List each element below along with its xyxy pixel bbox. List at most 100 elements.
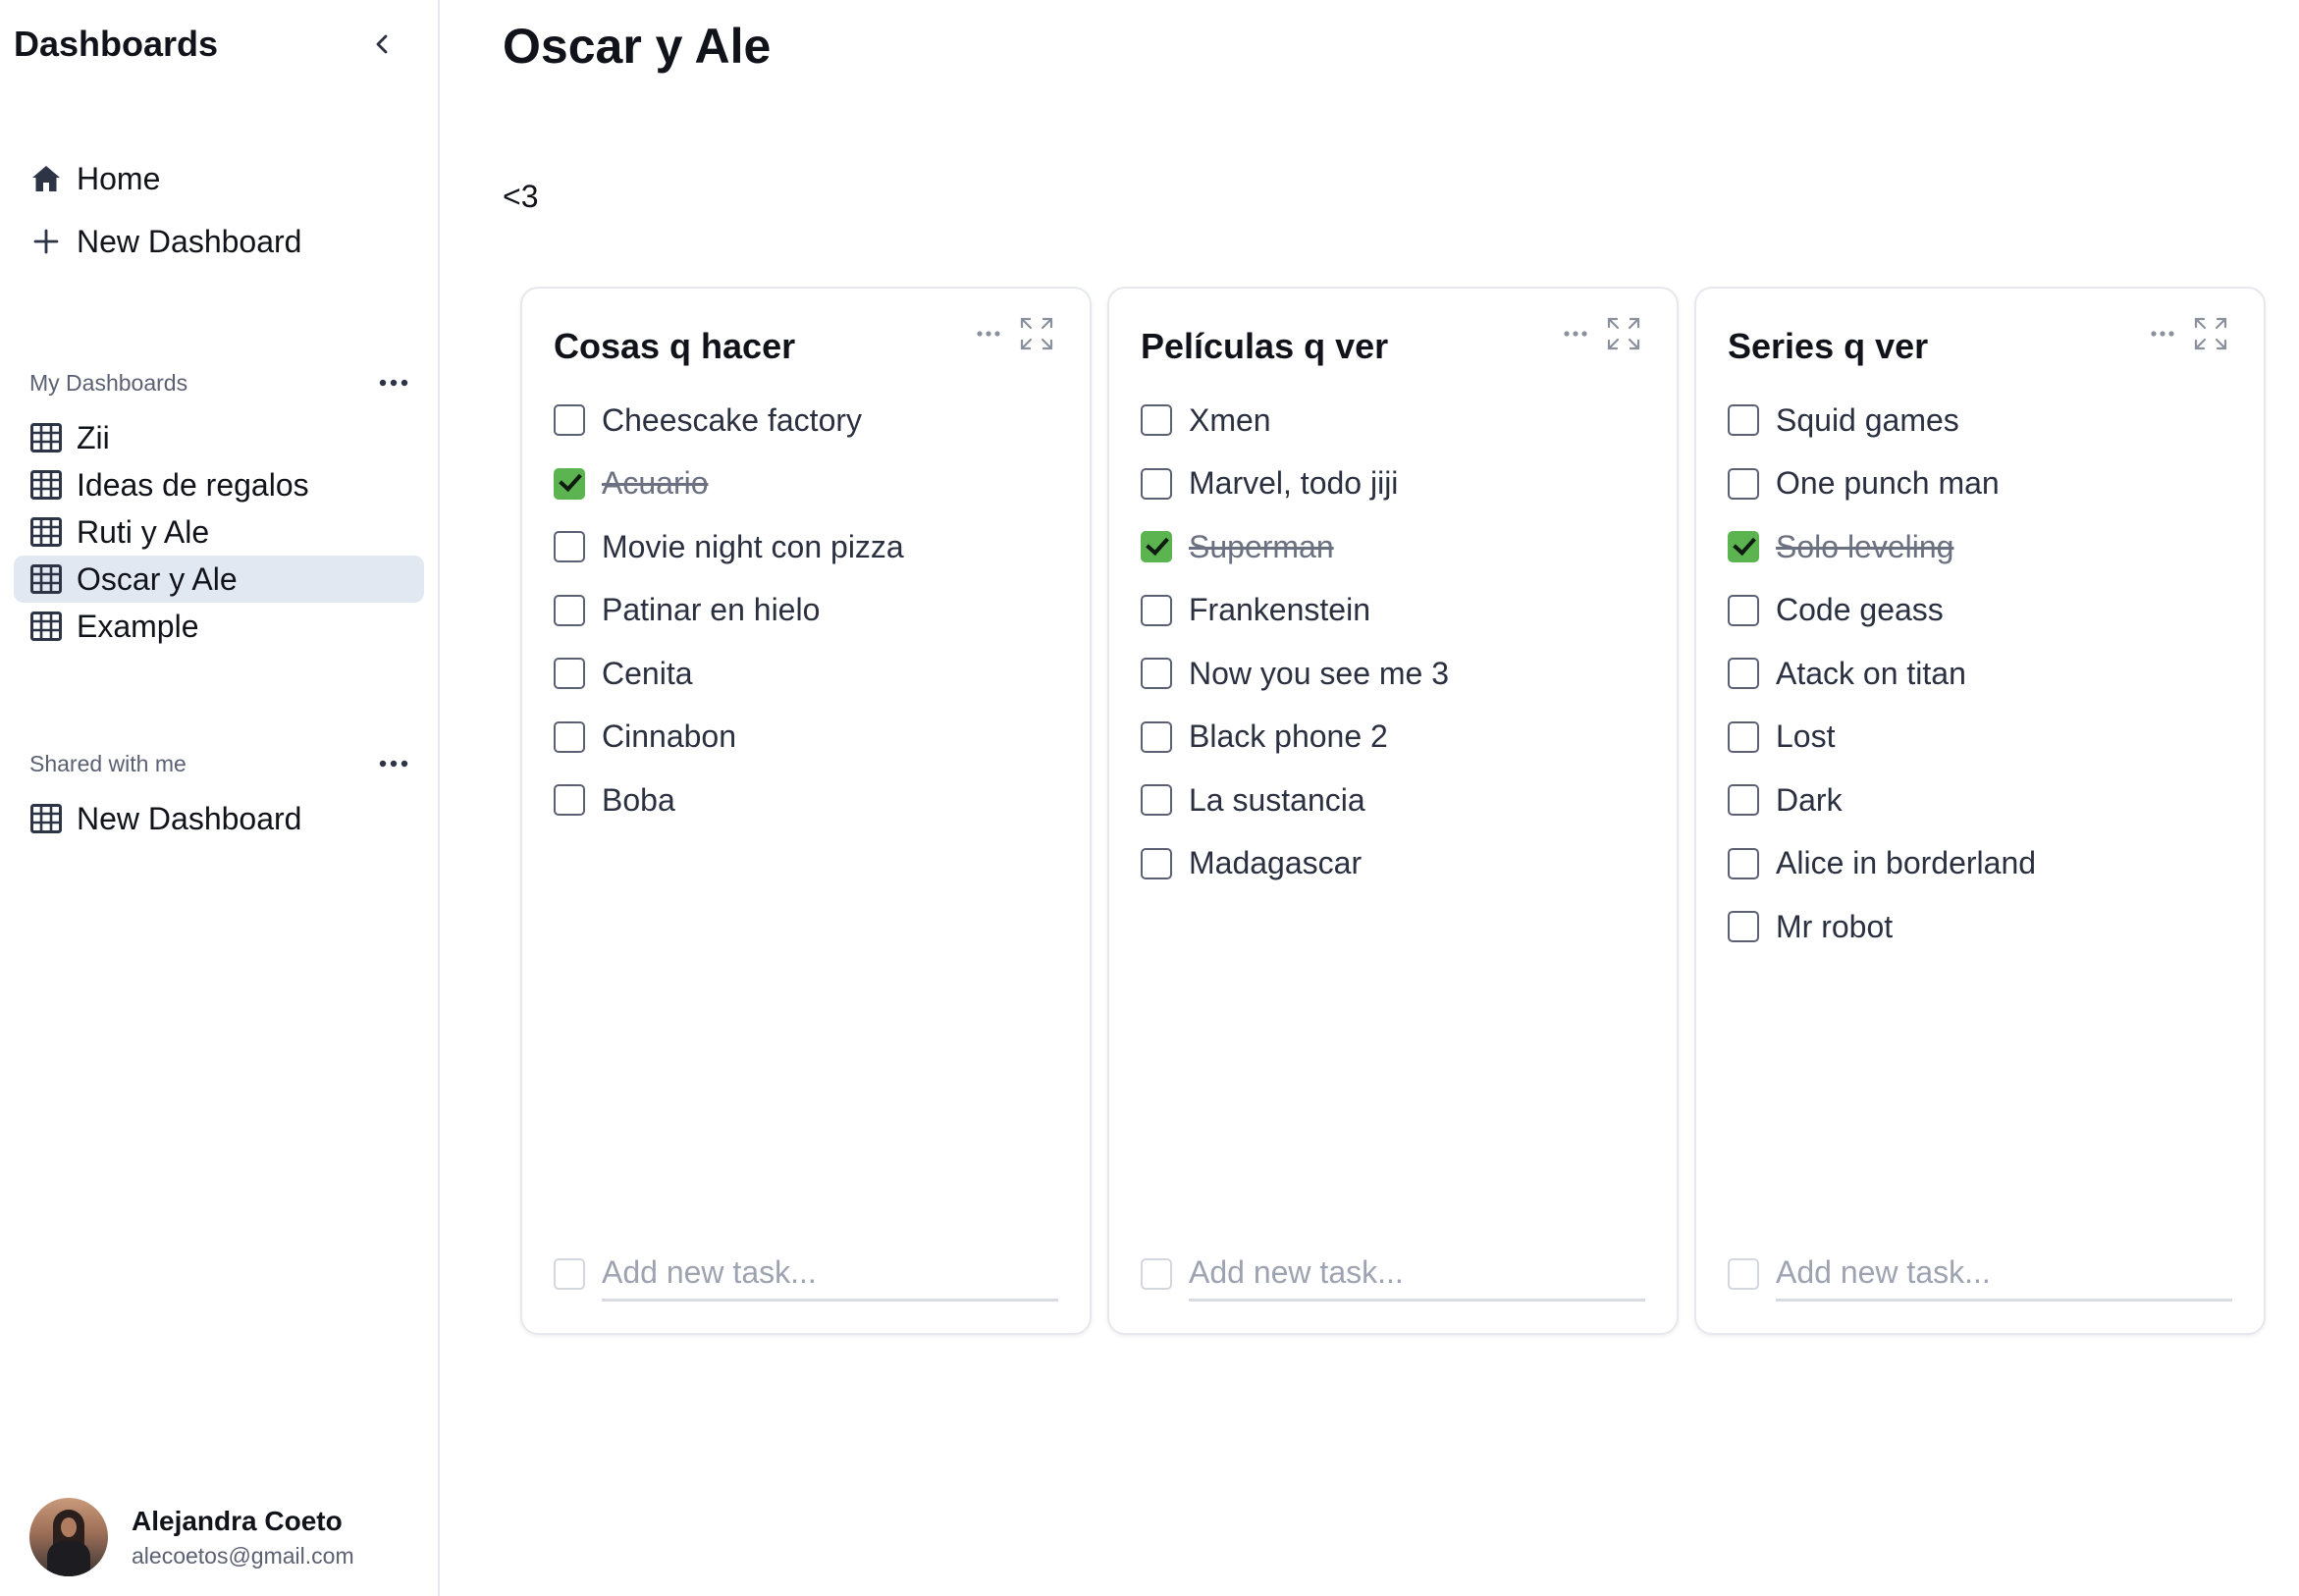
- collapse-sidebar-button[interactable]: [359, 21, 406, 68]
- task-item[interactable]: Black phone 2: [1141, 706, 1645, 770]
- sidebar-title: Dashboards: [14, 24, 219, 64]
- task-item[interactable]: Boba: [554, 769, 1058, 832]
- add-task-input[interactable]: [1776, 1247, 2232, 1302]
- task-checkbox[interactable]: [1728, 594, 1759, 626]
- add-task-row: [554, 1247, 1058, 1302]
- task-checkbox[interactable]: [1141, 784, 1172, 817]
- task-checkbox[interactable]: [1728, 467, 1759, 500]
- page-description: <3: [503, 179, 539, 214]
- task-checkbox[interactable]: [554, 658, 585, 690]
- task-item[interactable]: Frankenstein: [1141, 579, 1645, 643]
- task-item[interactable]: Solo leveling: [1728, 515, 2232, 579]
- plus-icon: [29, 225, 63, 258]
- task-item[interactable]: Movie night con pizza: [554, 515, 1058, 579]
- shared-menu-button[interactable]: [379, 760, 408, 768]
- task-checkbox[interactable]: [1141, 847, 1172, 879]
- task-checkbox[interactable]: [1728, 911, 1759, 943]
- task-checkbox[interactable]: [554, 594, 585, 626]
- dashboard-label: Ruti y Ale: [77, 513, 210, 550]
- task-item[interactable]: Cenita: [554, 642, 1058, 706]
- task-label: One punch man: [1776, 465, 2000, 502]
- task-item[interactable]: Code geass: [1728, 579, 2232, 643]
- add-task-checkbox: [554, 1258, 585, 1290]
- task-item[interactable]: Dark: [1728, 769, 2232, 832]
- card-menu-button[interactable]: [976, 330, 1001, 338]
- sidebar-item-ideas-de-regalos[interactable]: Ideas de regalos: [14, 461, 424, 508]
- expand-icon: [1020, 317, 1053, 350]
- task-item[interactable]: Lost: [1728, 706, 2232, 770]
- nav-item-label: Home: [77, 160, 161, 196]
- nav-item-home[interactable]: Home: [14, 147, 424, 210]
- task-item[interactable]: Mr robot: [1728, 895, 2232, 959]
- card-menu-button[interactable]: [2150, 330, 2175, 338]
- sidebar-item-shared-new-dashboard[interactable]: New Dashboard: [14, 795, 424, 842]
- dashboard-label: Zii: [77, 419, 110, 455]
- task-checkbox[interactable]: [1141, 467, 1172, 500]
- task-card: Series q ver Squid games One punch man Solo…: [1694, 287, 2266, 1335]
- dashboard-label: Example: [77, 608, 199, 644]
- table-icon: [29, 610, 63, 643]
- shared-list: New Dashboard: [14, 795, 424, 842]
- task-item[interactable]: La sustancia: [1141, 769, 1645, 832]
- task-item[interactable]: One punch man: [1728, 452, 2232, 516]
- my-dashboards-menu-button[interactable]: [379, 379, 408, 387]
- task-checkbox[interactable]: [1141, 594, 1172, 626]
- task-checkbox[interactable]: [554, 467, 585, 500]
- task-label: La sustancia: [1189, 781, 1365, 818]
- task-checkbox[interactable]: [554, 720, 585, 753]
- avatar: [29, 1498, 108, 1576]
- task-checkbox[interactable]: [554, 404, 585, 437]
- task-item[interactable]: Acuario: [554, 452, 1058, 516]
- sidebar-item-ruti-y-ale[interactable]: Ruti y Ale: [14, 508, 424, 556]
- task-item[interactable]: Marvel, todo jiji: [1141, 452, 1645, 516]
- task-checkbox[interactable]: [1728, 531, 1759, 563]
- task-checkbox[interactable]: [1728, 658, 1759, 690]
- task-item[interactable]: Cinnabon: [554, 706, 1058, 770]
- nav-item-new-dashboard[interactable]: New Dashboard: [14, 210, 424, 273]
- task-checkbox[interactable]: [1141, 404, 1172, 437]
- sidebar-item-zii[interactable]: Zii: [14, 414, 424, 461]
- task-item[interactable]: Atack on titan: [1728, 642, 2232, 706]
- task-item[interactable]: Now you see me 3: [1141, 642, 1645, 706]
- task-checkbox[interactable]: [1728, 784, 1759, 817]
- task-checkbox[interactable]: [1141, 720, 1172, 753]
- task-checkbox[interactable]: [1728, 847, 1759, 879]
- expand-card-button[interactable]: [1019, 316, 1054, 351]
- task-label: Cheescake factory: [602, 401, 863, 438]
- task-item[interactable]: Patinar en hielo: [554, 579, 1058, 643]
- task-item[interactable]: Alice in borderland: [1728, 832, 2232, 896]
- task-item[interactable]: Madagascar: [1141, 832, 1645, 896]
- card-actions: [958, 316, 1054, 351]
- card-menu-button[interactable]: [1563, 330, 1588, 338]
- task-item[interactable]: Superman: [1141, 515, 1645, 579]
- task-card: Películas q ver Xmen Marvel, todo jiji Supe…: [1107, 287, 1679, 1335]
- page-title: Oscar y Ale: [503, 19, 772, 74]
- task-item[interactable]: Cheescake factory: [554, 389, 1058, 452]
- task-checkbox[interactable]: [554, 531, 585, 563]
- expand-card-button[interactable]: [1606, 316, 1641, 351]
- user-profile[interactable]: Alejandra Coeto alecoetos@gmail.com: [29, 1498, 354, 1576]
- table-icon: [29, 421, 63, 454]
- expand-card-button[interactable]: [2193, 316, 2228, 351]
- task-checkbox[interactable]: [1141, 531, 1172, 563]
- task-item[interactable]: Xmen: [1141, 389, 1645, 452]
- task-checkbox[interactable]: [1141, 658, 1172, 690]
- add-task-input[interactable]: [1189, 1247, 1645, 1302]
- user-email: alecoetos@gmail.com: [132, 1542, 354, 1569]
- task-item[interactable]: Squid games: [1728, 389, 2232, 452]
- dashboard-label: Oscar y Ale: [77, 560, 238, 597]
- task-label: Lost: [1776, 718, 1836, 755]
- task-label: Squid games: [1776, 401, 1959, 438]
- task-card: Cosas q hacer Cheescake factory Acuario Mov…: [520, 287, 1092, 1335]
- sidebar-item-example[interactable]: Example: [14, 603, 424, 650]
- task-checkbox[interactable]: [554, 784, 585, 817]
- task-checkbox[interactable]: [1728, 720, 1759, 753]
- more-horizontal-icon: [2151, 331, 2174, 337]
- task-checkbox[interactable]: [1728, 404, 1759, 437]
- task-list: Squid games One punch man Solo leveling Cod…: [1728, 389, 2232, 959]
- shared-header: Shared with me: [14, 744, 424, 783]
- dashboard-label: New Dashboard: [77, 800, 302, 836]
- sidebar-item-oscar-y-ale[interactable]: Oscar y Ale: [14, 556, 424, 603]
- add-task-input[interactable]: [602, 1247, 1058, 1302]
- task-label: Black phone 2: [1189, 718, 1388, 755]
